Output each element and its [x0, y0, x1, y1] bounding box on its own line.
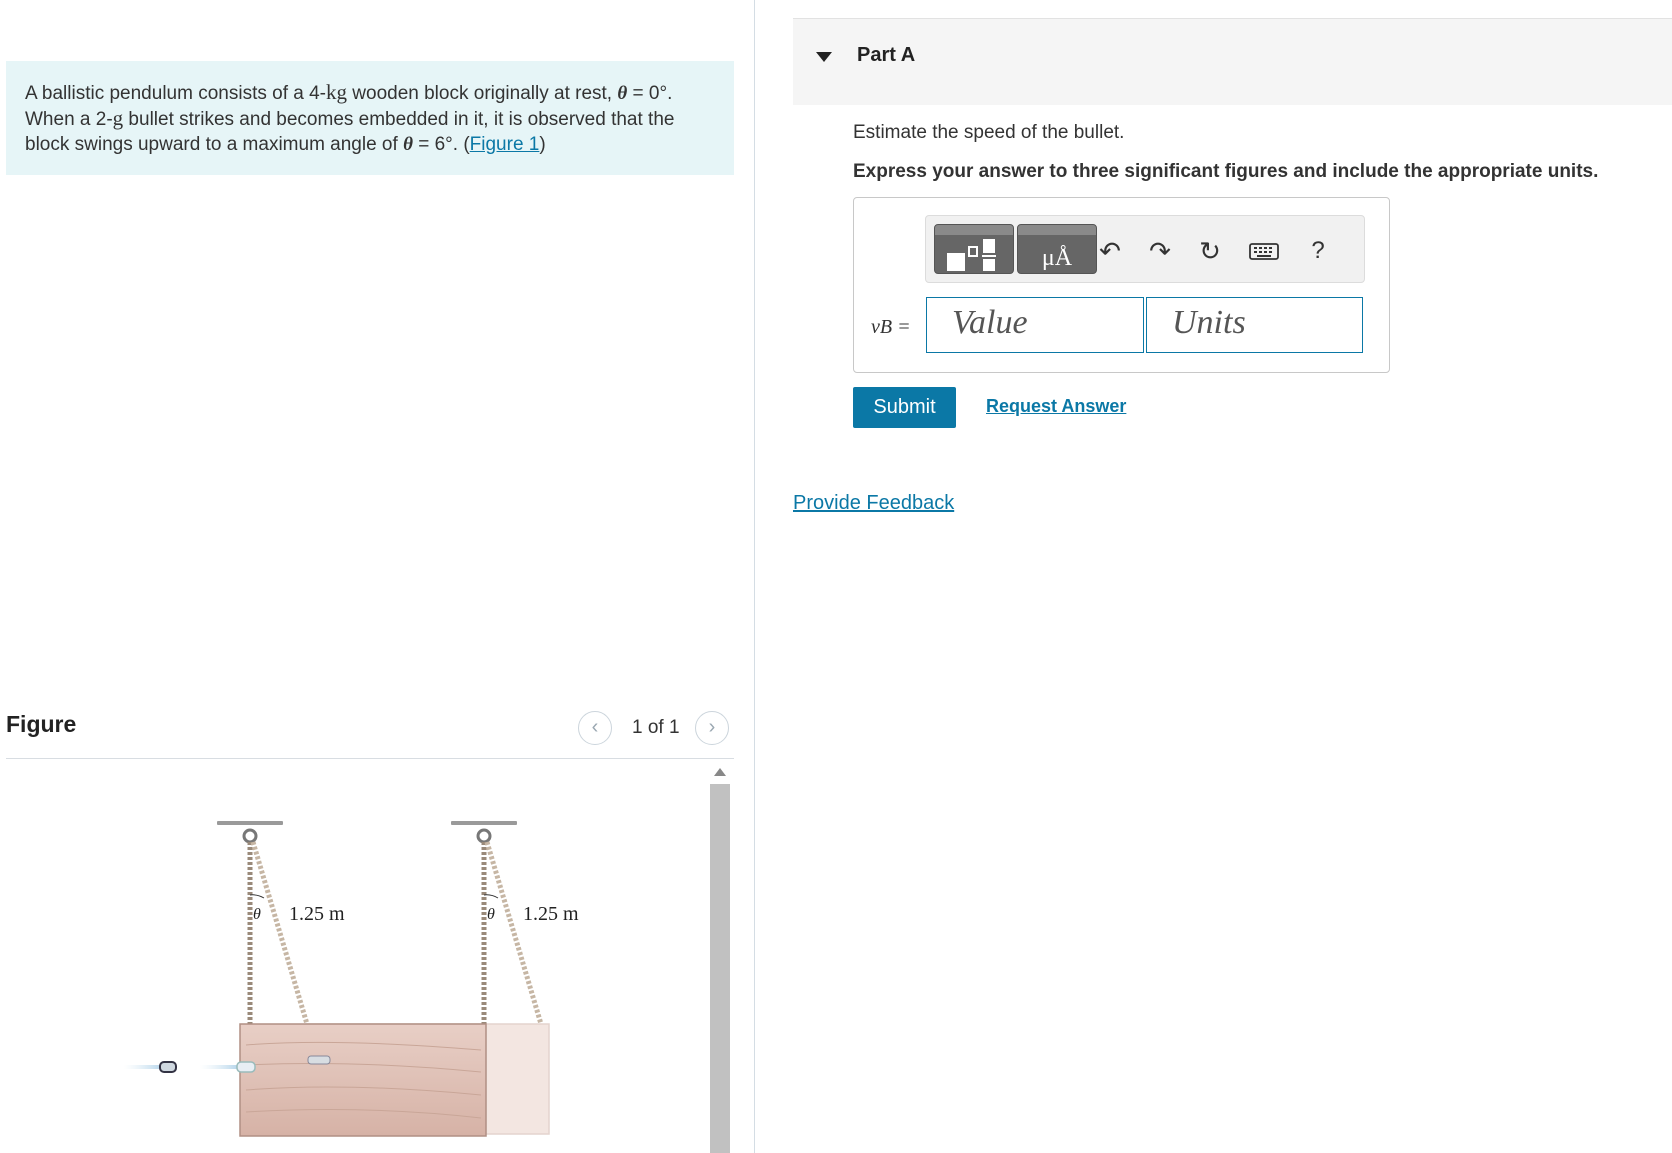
- length-label-right: 1.25 m: [523, 903, 579, 925]
- undo-icon[interactable]: ↶: [1093, 236, 1127, 266]
- answer-box: μÅ ↶ ↷ ↻ ? vB = Value Units: [853, 197, 1390, 373]
- problem-text: When a 2-: [25, 109, 113, 130]
- unit-g: g: [112, 106, 124, 130]
- units-input[interactable]: Units: [1146, 297, 1363, 353]
- figure-divider: [6, 758, 734, 759]
- figure-link[interactable]: Figure 1: [470, 134, 540, 155]
- keyboard-icon[interactable]: [1247, 236, 1281, 266]
- question-text: Estimate the speed of the bullet.: [853, 122, 1125, 143]
- scroll-thumb[interactable]: [710, 784, 730, 1153]
- submit-button[interactable]: Submit: [853, 387, 956, 428]
- problem-text: A ballistic pendulum consists of a 4-: [25, 83, 326, 104]
- problem-text: ): [539, 134, 546, 155]
- unit-kg: kg: [326, 80, 347, 104]
- question-instruction: Express your answer to three significant…: [853, 161, 1599, 182]
- length-label-left: 1.25 m: [289, 903, 345, 925]
- figure-scrollbar[interactable]: [710, 760, 730, 1153]
- figure-title: Figure: [6, 711, 77, 737]
- problem-text: . (: [452, 134, 470, 155]
- redo-icon[interactable]: ↷: [1143, 236, 1177, 266]
- request-answer-link[interactable]: Request Answer: [986, 396, 1126, 417]
- part-title: Part A: [857, 44, 916, 66]
- templates-button[interactable]: [934, 224, 1014, 274]
- figure-pager: ‹ 1 of 1 ›: [578, 711, 734, 745]
- problem-text: block swings upward to a maximum angle o…: [25, 134, 404, 155]
- figure-image: θ 1.25 m θ 1.25 m: [6, 760, 704, 1153]
- theta-symbol: θ: [403, 134, 413, 155]
- pager-text: 1 of 1: [632, 717, 680, 738]
- left-panel: A ballistic pendulum consists of a 4-kg …: [0, 0, 755, 1153]
- scroll-up-arrow-icon[interactable]: [714, 768, 726, 776]
- templates-icon: [947, 239, 996, 271]
- units-button-label: μÅ: [1041, 245, 1073, 271]
- help-icon[interactable]: ?: [1301, 236, 1335, 266]
- problem-text: .: [667, 83, 673, 104]
- provide-feedback-link[interactable]: Provide Feedback: [793, 492, 954, 515]
- problem-text: = 6°: [412, 134, 453, 155]
- part-a-header[interactable]: Part A: [793, 18, 1672, 105]
- value-input[interactable]: Value: [926, 297, 1144, 353]
- reset-icon[interactable]: ↻: [1193, 236, 1227, 266]
- variable-label: vB =: [871, 316, 911, 338]
- collapse-caret-icon[interactable]: [816, 52, 832, 62]
- next-figure-button[interactable]: ›: [695, 711, 729, 745]
- prev-figure-button[interactable]: ‹: [578, 711, 612, 745]
- problem-text: wooden block originally at rest,: [347, 83, 618, 104]
- math-toolbar: μÅ ↶ ↷ ↻ ?: [925, 215, 1365, 283]
- ballistic-pendulum-illustration: θ 1.25 m θ 1.25 m: [124, 821, 579, 1137]
- problem-text: = 0°: [627, 83, 668, 104]
- theta-label-left: θ: [253, 906, 261, 923]
- units-button[interactable]: μÅ: [1017, 224, 1097, 274]
- theta-symbol: θ: [617, 83, 628, 104]
- problem-text: bullet strikes and becomes embedded in i…: [123, 109, 675, 130]
- theta-label-right: θ: [487, 906, 495, 923]
- problem-statement: A ballistic pendulum consists of a 4-kg …: [6, 61, 734, 175]
